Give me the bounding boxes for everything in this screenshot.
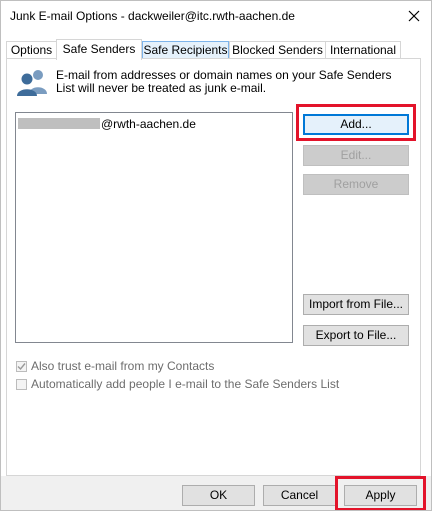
edit-button[interactable]: Edit... [303,145,409,166]
export-to-file-button[interactable]: Export to File... [303,325,409,346]
info-text: E-mail from addresses or domain names on… [56,68,392,95]
checkmark-icon [17,362,26,370]
ok-button[interactable]: OK [182,485,255,506]
window-title: Junk E-mail Options - dackweiler@itc.rwt… [10,9,295,23]
tab-safe-recipients[interactable]: Safe Recipients [142,41,229,58]
trust-contacts-label: Also trust e-mail from my Contacts [31,359,215,373]
close-icon [408,10,420,22]
trust-contacts-checkbox[interactable] [16,360,27,372]
list-item[interactable]: @rwth-aachen.de [18,116,196,131]
tab-international[interactable]: International [325,41,401,58]
apply-button[interactable]: Apply [344,485,417,506]
contacts-icon [17,70,47,96]
trust-contacts-option[interactable]: Also trust e-mail from my Contacts [16,358,214,374]
auto-add-option[interactable]: Automatically add people I e-mail to the… [16,376,339,392]
remove-button[interactable]: Remove [303,174,409,195]
tab-safe-senders[interactable]: Safe Senders [56,39,142,60]
cancel-button[interactable]: Cancel [263,485,336,506]
auto-add-label: Automatically add people I e-mail to the… [31,377,340,391]
close-button[interactable] [402,4,426,28]
auto-add-checkbox[interactable] [16,378,27,390]
import-from-file-button[interactable]: Import from File... [303,294,409,315]
tab-options[interactable]: Options [6,41,57,58]
add-button[interactable]: Add... [303,114,409,135]
safe-senders-list[interactable]: @rwth-aachen.de [15,112,293,343]
redacted-name [18,118,100,129]
list-item-domain: @rwth-aachen.de [101,116,196,131]
tab-blocked-senders[interactable]: Blocked Senders [229,41,326,58]
title-bar: Junk E-mail Options - dackweiler@itc.rwt… [0,0,432,32]
